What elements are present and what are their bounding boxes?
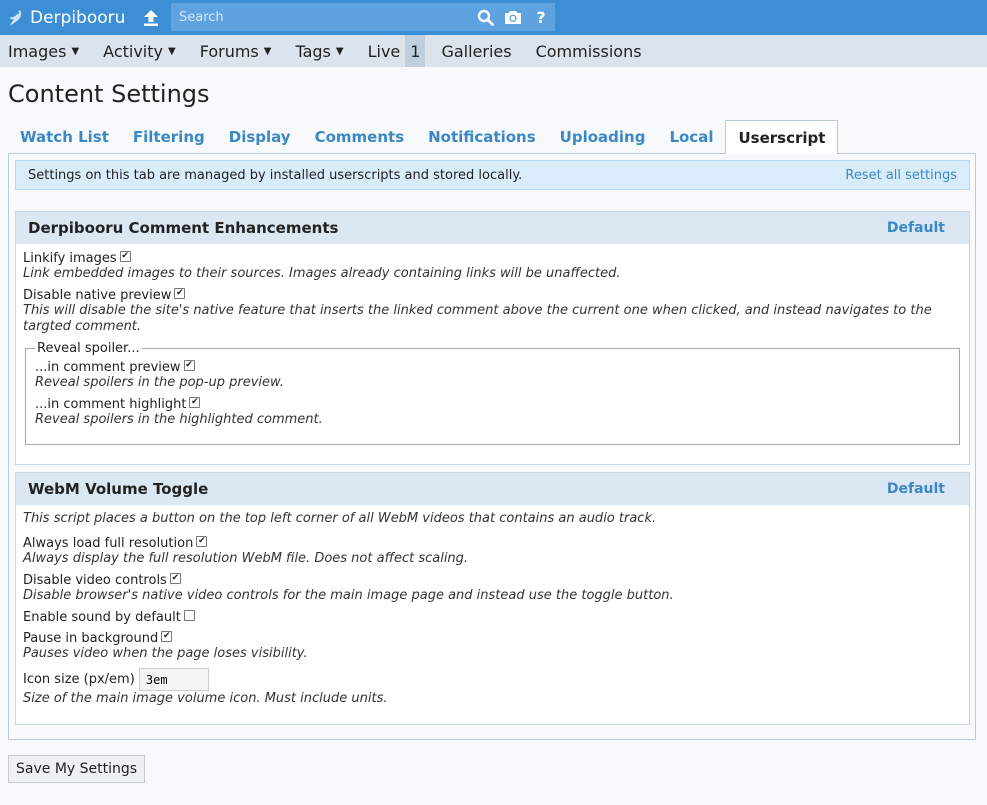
live-count-badge[interactable]: 1: [405, 35, 426, 67]
setting-field: Always load full resolution ✔ Always disp…: [23, 536, 962, 567]
icon-size-input[interactable]: [138, 668, 209, 691]
field-help: This will disable the site's native feat…: [23, 303, 932, 334]
default-link[interactable]: Default: [887, 220, 945, 236]
caret-down-icon: ▼: [71, 45, 80, 57]
caret-down-icon: ▼: [335, 45, 344, 57]
nav-activity[interactable]: Activity ▼: [95, 35, 184, 67]
field-help: Disable browser's native video controls …: [23, 588, 674, 603]
site-logo[interactable]: Derpibooru: [8, 0, 125, 35]
field-label: ...in comment highlight: [35, 397, 187, 412]
field-label: Always load full resolution: [23, 536, 194, 551]
nav-label: Forums: [199, 41, 259, 61]
reset-all-link[interactable]: Reset all settings: [845, 168, 957, 183]
full-resolution-checkbox[interactable]: ✔: [196, 536, 208, 547]
setting-field: ...in comment highlight ✔ Reveal spoilers…: [35, 397, 950, 428]
nav-forums[interactable]: Forums ▼: [192, 35, 280, 67]
site-header: Derpibooru ?: [0, 0, 987, 35]
main-nav: Images ▼ Activity ▼ Forums ▼ Tags ▼ Live 1 G…: [0, 35, 987, 67]
tab-uploading[interactable]: Uploading: [548, 120, 658, 154]
spoiler-preview-checkbox[interactable]: ✔: [183, 360, 195, 371]
nav-images[interactable]: Images ▼: [0, 35, 87, 67]
field-label: Icon size (px/em): [23, 672, 135, 687]
section-header: WebM Volume Toggle Default: [16, 473, 969, 505]
nav-label: Activity: [103, 41, 163, 61]
field-help: Reveal spoilers in the pop-up preview.: [35, 375, 284, 390]
section-description: This script places a button on the top l…: [23, 511, 657, 526]
disable-video-controls-checkbox[interactable]: ✔: [169, 573, 181, 584]
field-label: Enable sound by default: [23, 610, 181, 625]
setting-field: Enable sound by default: [23, 610, 962, 625]
nav-label: Tags: [295, 41, 331, 61]
page-title: Content Settings: [8, 80, 210, 108]
section-title: Derpibooru Comment Enhancements: [28, 219, 339, 237]
spoiler-highlight-checkbox[interactable]: ✔: [189, 397, 201, 408]
field-help: Pauses video when the page loses visibil…: [23, 646, 308, 661]
field-label: ...in comment preview: [35, 360, 181, 375]
section-header: Derpibooru Comment Enhancements Default: [16, 212, 969, 244]
search-box: ?: [171, 3, 555, 31]
setting-field: Linkify images ✔ Link embedded images to …: [23, 251, 962, 282]
pause-in-background-checkbox[interactable]: ✔: [161, 631, 173, 642]
field-label: Linkify images: [23, 251, 117, 266]
settings-section: Derpibooru Comment Enhancements Default …: [15, 211, 970, 465]
save-settings-button[interactable]: Save My Settings: [8, 755, 146, 783]
search-button[interactable]: [471, 3, 499, 31]
disable-native-preview-checkbox[interactable]: ✔: [174, 288, 186, 299]
settings-tabs: Watch List Filtering Display Comments No…: [8, 120, 976, 155]
group-legend: Reveal spoiler...: [37, 341, 140, 356]
search-icon: [477, 9, 494, 26]
info-notice: Settings on this tab are managed by inst…: [15, 160, 970, 190]
nav-label: Commissions: [535, 41, 642, 61]
help-icon: ?: [536, 9, 545, 25]
caret-down-icon: ▼: [168, 45, 176, 57]
linkify-images-checkbox[interactable]: ✔: [119, 251, 131, 262]
setting-field: Pause in background ✔ Pauses video when t…: [23, 631, 962, 662]
reverse-search-button[interactable]: [499, 3, 527, 31]
tab-display[interactable]: Display: [217, 120, 303, 154]
tab-notifications[interactable]: Notifications: [416, 120, 548, 154]
tab-watch-list[interactable]: Watch List: [8, 120, 121, 154]
nav-live[interactable]: Live: [360, 35, 409, 67]
nav-commissions[interactable]: Commissions: [528, 35, 650, 67]
svg-text:?: ?: [536, 9, 545, 25]
settings-section: WebM Volume Toggle Default This script p…: [15, 472, 970, 725]
tab-filtering[interactable]: Filtering: [121, 120, 217, 154]
nav-galleries[interactable]: Galleries: [441, 35, 519, 67]
setting-field: ...in comment preview ✔ Reveal spoilers i…: [35, 360, 950, 391]
nav-tags[interactable]: Tags ▼: [287, 35, 351, 67]
nav-label: Images: [8, 41, 67, 61]
setting-field: Disable native preview ✔ This will disabl…: [23, 288, 962, 335]
section-title: WebM Volume Toggle: [28, 480, 209, 498]
userscript-panel: Settings on this tab are managed by inst…: [8, 154, 976, 740]
field-label: Pause in background: [23, 631, 159, 646]
tab-comments[interactable]: Comments: [303, 120, 417, 154]
tab-userscript[interactable]: Userscript: [725, 120, 839, 155]
logo-icon: [10, 9, 21, 26]
field-help: Size of the main image volume icon. Must…: [23, 691, 388, 706]
site-name: Derpibooru: [30, 7, 126, 28]
enable-sound-checkbox[interactable]: [183, 610, 195, 621]
search-input[interactable]: [171, 3, 471, 31]
search-help-button[interactable]: ?: [527, 3, 555, 31]
setting-field: Icon size (px/em) Size of the main image…: [23, 668, 962, 707]
field-label: Disable video controls: [23, 573, 167, 588]
nav-label: Galleries: [441, 41, 512, 61]
default-link[interactable]: Default: [887, 481, 945, 497]
camera-icon: [505, 11, 521, 24]
reveal-spoiler-group: Reveal spoiler... ...in comment preview ✔…: [25, 341, 960, 445]
upload-button[interactable]: [140, 7, 162, 29]
upload-icon: [144, 10, 158, 26]
field-label: Disable native preview: [23, 288, 172, 303]
setting-field: Disable video controls ✔ Disable browser'…: [23, 573, 962, 604]
field-help: Always display the full resolution WebM …: [23, 551, 469, 566]
nav-label: Live: [367, 41, 401, 61]
tab-local[interactable]: Local: [657, 120, 725, 154]
field-help: Reveal spoilers in the highlighted comme…: [35, 412, 323, 427]
notice-text: Settings on this tab are managed by inst…: [28, 167, 523, 183]
caret-down-icon: ▼: [263, 45, 272, 57]
field-help: Link embedded images to their sources. I…: [23, 266, 621, 281]
